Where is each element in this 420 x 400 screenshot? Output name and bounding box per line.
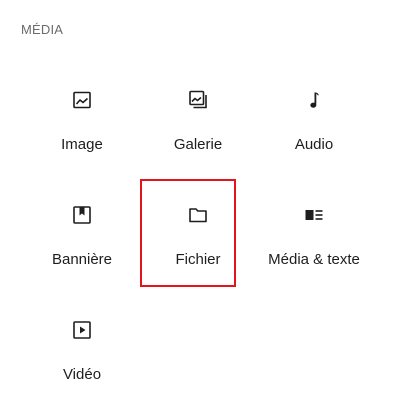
folder-icon: [189, 208, 207, 223]
block-image[interactable]: Image: [24, 64, 140, 179]
block-video[interactable]: Vidéo: [24, 294, 140, 400]
image-icon: [73, 91, 91, 109]
block-gallery[interactable]: Galerie: [140, 64, 256, 179]
block-label: Média & texte: [268, 251, 360, 268]
video-play-icon: [73, 321, 91, 339]
media-text-icon: [305, 210, 323, 220]
block-label: Galerie: [173, 136, 223, 153]
gallery-icon: [189, 90, 207, 109]
block-inserter-panel: MÉDIA Image Galerie Audio Bannière Fichi…: [0, 0, 420, 400]
block-label: Bannière: [51, 251, 113, 268]
block-audio[interactable]: Audio: [256, 64, 372, 179]
section-title: MÉDIA: [21, 22, 64, 37]
cover-bookmark-icon: [73, 206, 91, 224]
block-label: Fichier: [175, 251, 221, 268]
block-cover[interactable]: Bannière: [24, 179, 140, 294]
block-label: Vidéo: [62, 366, 102, 383]
media-blocks-grid: Image Galerie Audio Bannière Fichier Méd…: [24, 64, 372, 400]
block-file[interactable]: Fichier: [140, 179, 256, 294]
block-label: Image: [61, 136, 103, 153]
block-label: Audio: [294, 136, 334, 153]
audio-note-icon: [310, 92, 319, 108]
block-media-text[interactable]: Média & texte: [256, 179, 372, 294]
